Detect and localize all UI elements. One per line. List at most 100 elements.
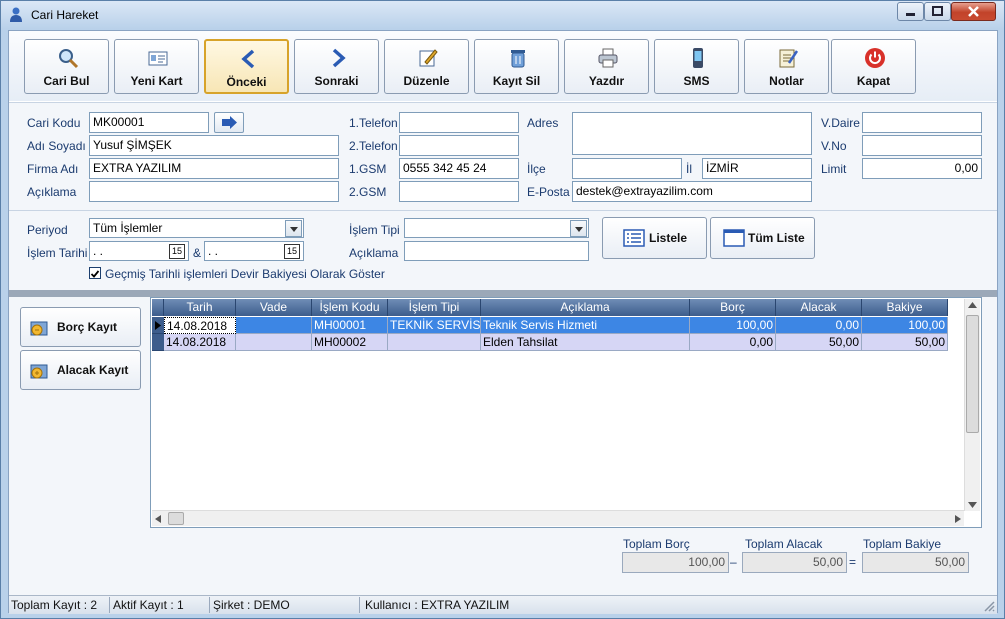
col-header-bakiye[interactable]: Bakiye [862, 299, 948, 316]
cari-kodu-label: Cari Kodu [27, 116, 81, 130]
chevron-down-icon[interactable] [285, 220, 302, 237]
status-separator [359, 597, 360, 613]
vdaire-field[interactable] [862, 112, 982, 133]
search-icon [59, 49, 79, 69]
resize-grip-icon[interactable] [983, 600, 995, 612]
table-row[interactable]: 14.08.2018 MH00002 Elden Tahsilat 0,00 5… [152, 334, 948, 351]
close-button[interactable] [951, 2, 996, 21]
sms-button[interactable]: SMS [654, 39, 739, 94]
status-sirket: Şirket : DEMO [213, 598, 290, 612]
phone-icon [693, 48, 703, 68]
onceki-button[interactable]: Önceki [204, 39, 289, 94]
cell-alacak[interactable]: 0,00 [776, 317, 862, 334]
horizontal-scroll-thumb[interactable] [168, 512, 184, 525]
cell-islem-kodu[interactable]: MH00001 [312, 317, 388, 334]
tum-liste-button[interactable]: Tüm Liste [710, 217, 815, 259]
cell-islem-tipi[interactable]: TEKNİK SERVİS [388, 317, 481, 334]
aciklama-field[interactable] [89, 181, 339, 202]
cari-go-button[interactable] [214, 112, 244, 133]
adi-soyadi-field[interactable]: Yusuf ŞİMŞEK [89, 135, 339, 156]
col-header-alacak[interactable]: Alacak [776, 299, 862, 316]
col-header-vade[interactable]: Vade [236, 299, 312, 316]
minus-sign: – [730, 555, 737, 569]
cell-vade[interactable] [236, 334, 312, 351]
transactions-panel: Borç Kayıt Alacak Kayıt Tarih Vade İşlem… [9, 297, 997, 595]
il-field[interactable]: İZMİR [702, 158, 812, 179]
toplam-alacak-field: 50,00 [742, 552, 847, 573]
vdaire-label: V.Daire [821, 116, 860, 130]
cari-bul-button[interactable]: Cari Bul [24, 39, 109, 94]
minimize-icon [906, 13, 915, 16]
col-header-borc[interactable]: Borç [690, 299, 776, 316]
yazdir-button[interactable]: Yazdır [564, 39, 649, 94]
eposta-label: E-Posta [527, 185, 570, 199]
vertical-scroll-thumb[interactable] [966, 315, 979, 433]
cell-tarih[interactable]: 14.08.2018 [164, 334, 236, 351]
cell-bakiye[interactable]: 50,00 [862, 334, 948, 351]
col-header-tarih[interactable]: Tarih [164, 299, 236, 316]
periyod-select[interactable]: Tüm İşlemler [89, 218, 304, 238]
islem-tarihi-from[interactable]: . . 15 [89, 241, 189, 261]
borc-kayit-button[interactable]: Borç Kayıt [20, 307, 141, 347]
maximize-icon [932, 6, 943, 16]
limit-field[interactable]: 0,00 [862, 158, 982, 179]
kayit-sil-button[interactable]: Kayıt Sil [474, 39, 559, 94]
cell-aciklama[interactable]: Teknik Servis Hizmeti [481, 317, 690, 334]
horizontal-scrollbar[interactable] [152, 510, 964, 526]
calendar-icon[interactable]: 15 [169, 244, 185, 259]
minimize-button[interactable] [897, 2, 924, 21]
chevron-down-icon[interactable] [570, 220, 587, 237]
vno-field[interactable] [862, 135, 982, 156]
col-header-aciklama[interactable]: Açıklama [481, 299, 690, 316]
cell-tarih[interactable]: 14.08.2018 [164, 317, 236, 334]
cell-vade[interactable] [236, 317, 312, 334]
maximize-button[interactable] [924, 2, 951, 21]
telefon2-field[interactable] [399, 135, 519, 156]
alacak-kayit-button[interactable]: Alacak Kayıt [20, 350, 141, 390]
eposta-field[interactable]: destek@extrayazilim.com [572, 181, 812, 202]
devir-checkbox[interactable] [89, 267, 101, 279]
table-row[interactable]: 14.08.2018 MH00001 TEKNİK SERVİS Teknik … [152, 317, 948, 334]
close-icon [968, 6, 979, 17]
toplam-borc-label: Toplam Borç [623, 537, 690, 551]
telefon1-field[interactable] [399, 112, 519, 133]
kapat-button[interactable]: Kapat [831, 39, 916, 94]
cell-islem-tipi[interactable] [388, 334, 481, 351]
title-bar[interactable]: Cari Hareket [1, 1, 1004, 29]
col-header-islem-tipi[interactable]: İşlem Tipi [388, 299, 481, 316]
telefon1-label: 1.Telefon [349, 116, 398, 130]
toplam-bakiye-field: 50,00 [862, 552, 969, 573]
yeni-kart-button[interactable]: Yeni Kart [114, 39, 199, 94]
il-label: İl [686, 162, 692, 176]
cell-aciklama[interactable]: Elden Tahsilat [481, 334, 690, 351]
list-icon [623, 229, 645, 247]
cell-borc[interactable]: 0,00 [690, 334, 776, 351]
adres-label: Adres [527, 116, 559, 130]
duzenle-button[interactable]: Düzenle [384, 39, 469, 94]
listele-button[interactable]: Listele [602, 217, 707, 259]
sonraki-button[interactable]: Sonraki [294, 39, 379, 94]
firma-adi-field[interactable]: EXTRA YAZILIM [89, 158, 339, 179]
cell-bakiye[interactable]: 100,00 [862, 317, 948, 334]
calendar-icon[interactable]: 15 [284, 244, 300, 259]
arrow-right-icon [222, 116, 237, 129]
ilce-field[interactable] [572, 158, 682, 179]
section-divider [9, 290, 997, 297]
adres-field[interactable] [572, 112, 812, 155]
status-bar: Toplam Kayıt : 2 Aktif Kayıt : 1 Şirket … [9, 595, 997, 614]
gsm1-field[interactable]: 0555 342 45 24 [399, 158, 519, 179]
cell-borc[interactable]: 100,00 [690, 317, 776, 334]
filter-aciklama-field[interactable] [404, 241, 589, 261]
ilce-label: İlçe [527, 162, 546, 176]
islem-tarihi-to[interactable]: . . 15 [204, 241, 304, 261]
islem-tipi-select[interactable] [404, 218, 589, 238]
status-toplam-kayit: Toplam Kayıt : 2 [11, 598, 98, 612]
cell-alacak[interactable]: 50,00 [776, 334, 862, 351]
notlar-button[interactable]: Notlar [744, 39, 829, 94]
cell-islem-kodu[interactable]: MH00002 [312, 334, 388, 351]
col-header-islem-kodu[interactable]: İşlem Kodu [312, 299, 388, 316]
scroll-left-icon [155, 515, 161, 523]
vertical-scrollbar[interactable] [964, 299, 980, 511]
cari-kodu-field[interactable]: MK00001 [89, 112, 209, 133]
gsm2-field[interactable] [399, 181, 519, 202]
